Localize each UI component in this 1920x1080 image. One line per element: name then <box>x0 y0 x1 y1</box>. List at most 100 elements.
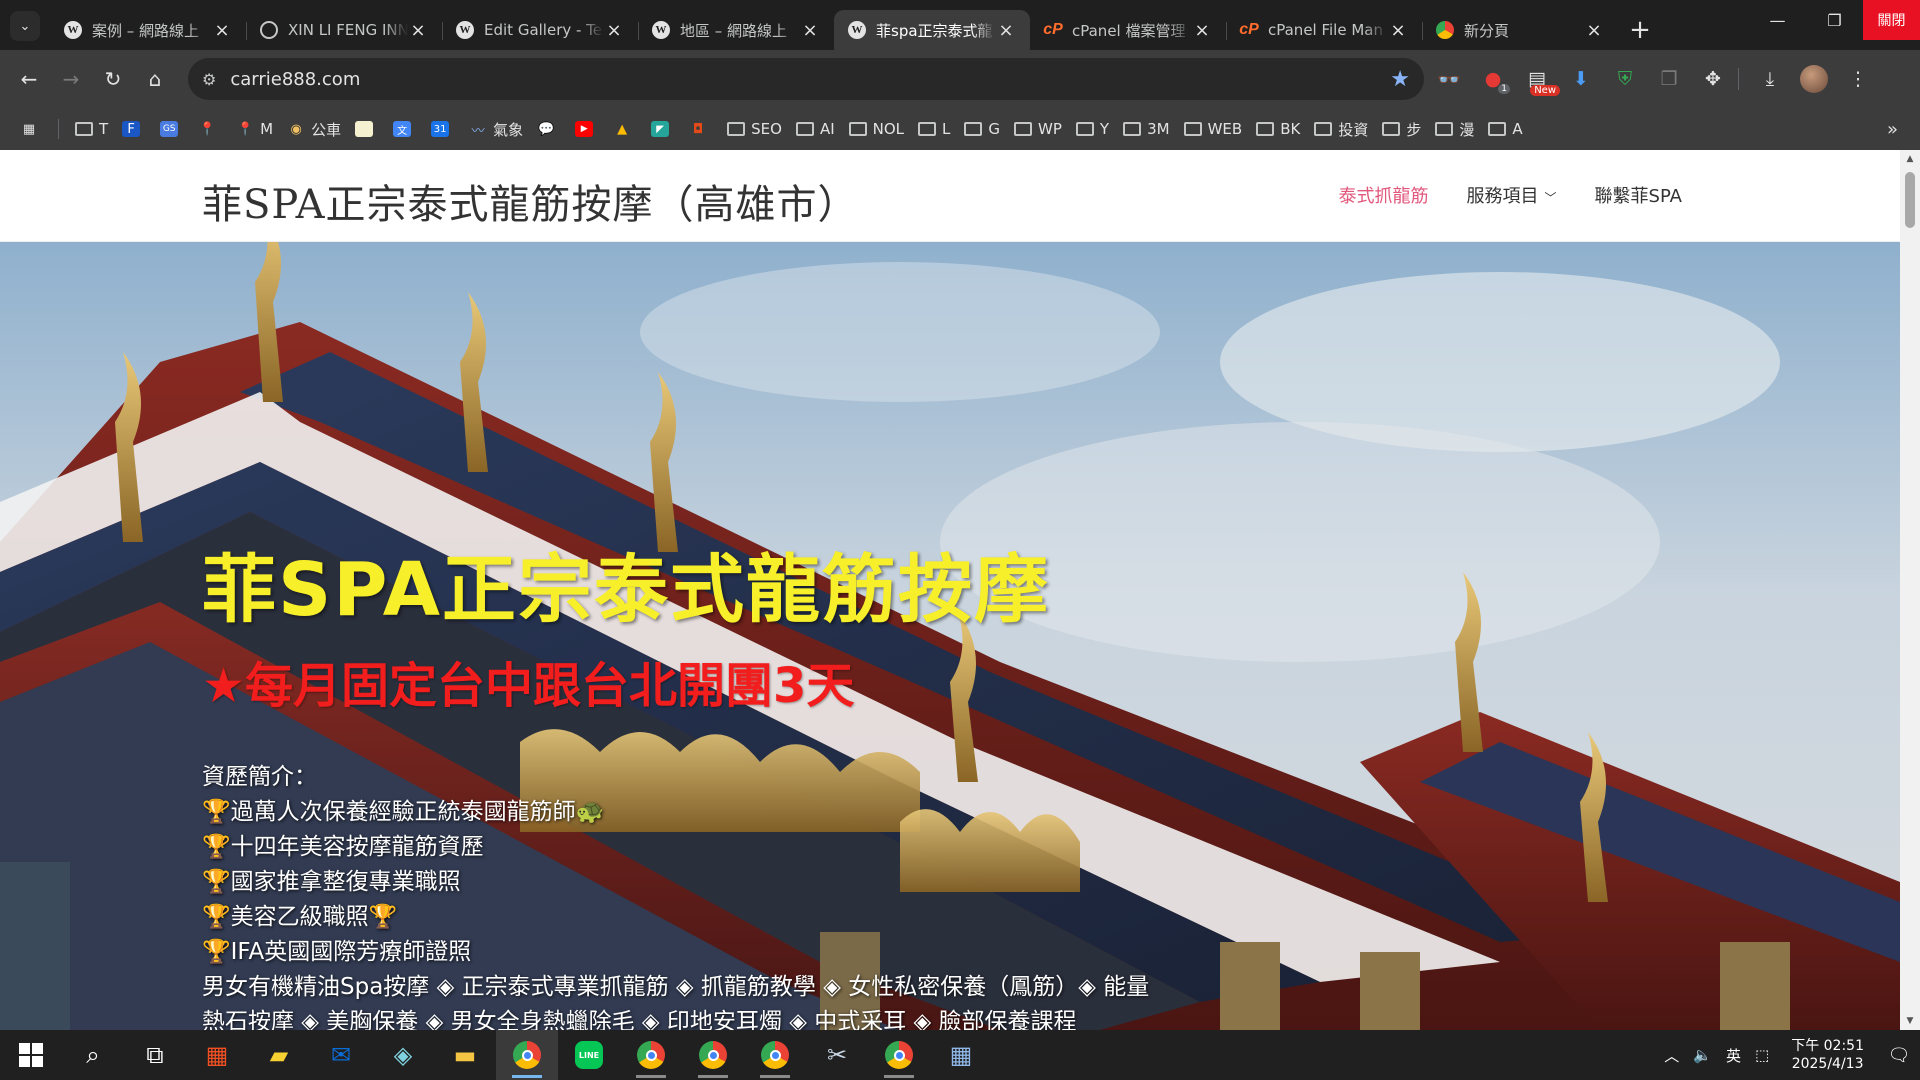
nav-item-dragon-tendon[interactable]: 泰式抓龍筋 <box>1339 182 1429 208</box>
ime-indicator[interactable]: 英 <box>1726 1045 1741 1066</box>
site-info-icon[interactable]: ⚙ <box>202 70 216 89</box>
bookmark-maps-m[interactable]: 📍 M <box>230 114 279 144</box>
home-button[interactable]: ⌂ <box>136 60 174 98</box>
adblock-extension-icon[interactable]: ● 1 <box>1474 60 1512 98</box>
bookmark-calendar[interactable]: 31 <box>425 114 461 144</box>
bookmarks-overflow-icon[interactable]: » <box>1881 114 1904 144</box>
bookmark-maps[interactable]: 📍 <box>192 114 228 144</box>
ime-mode-icon[interactable]: ⬚ <box>1755 1046 1769 1064</box>
bookmark-folder-y[interactable]: Y <box>1070 114 1115 144</box>
download-helper-icon[interactable]: ⬇ <box>1562 60 1600 98</box>
clock[interactable]: 下午 02:51 2025/4/13 <box>1791 1037 1864 1073</box>
bookmark-youtube[interactable]: ▶ <box>569 114 605 144</box>
chrome-profile-icon[interactable] <box>620 1030 682 1080</box>
tab-4[interactable]: W 菲spa正宗泰式龍 × <box>834 10 1030 50</box>
bookmark-folder-ai[interactable]: AI <box>790 114 841 144</box>
shield-icon[interactable]: ⛨ <box>1606 60 1644 98</box>
close-icon[interactable]: × <box>996 20 1016 41</box>
restore-button[interactable]: ❐ <box>1806 0 1863 40</box>
bookmark-ads[interactable]: ▲ <box>607 114 643 144</box>
volume-icon[interactable]: 🔈 <box>1693 1046 1712 1064</box>
bookmark-folder-g[interactable]: G <box>958 114 1006 144</box>
start-button[interactable] <box>0 1030 62 1080</box>
new-tab-button[interactable]: + <box>1620 10 1660 50</box>
bookmark-folder-a[interactable]: A <box>1482 114 1528 144</box>
sticky-notes-icon[interactable]: ▰ <box>248 1030 310 1080</box>
forward-button[interactable]: → <box>52 60 90 98</box>
outlook-icon[interactable]: ✉ <box>310 1030 372 1080</box>
bookmark-folder-wp[interactable]: WP <box>1008 114 1068 144</box>
back-button[interactable]: ← <box>10 60 48 98</box>
bookmark-seal[interactable]: ◘ <box>683 114 719 144</box>
copy-extension-icon[interactable]: ❐ <box>1650 60 1688 98</box>
downloads-icon[interactable]: ⤓ <box>1751 60 1789 98</box>
reload-button[interactable]: ↻ <box>94 60 132 98</box>
nav-item-services[interactable]: 服務項目 ﹀ <box>1467 182 1557 208</box>
chrome-window-icon[interactable] <box>496 1030 558 1080</box>
news-extension-icon[interactable]: ▤ New <box>1518 60 1560 98</box>
bookmark-app[interactable]: ◤ <box>645 114 681 144</box>
bookmark-folder-invest[interactable]: 投資 <box>1308 114 1374 144</box>
line-app-icon[interactable]: LINE <box>558 1030 620 1080</box>
bookmark-folder-bk[interactable]: BK <box>1250 114 1306 144</box>
snipping-tool-icon[interactable]: ✂ <box>806 1030 868 1080</box>
file-explorer-icon[interactable]: ▬ <box>434 1030 496 1080</box>
menu-kebab-icon[interactable]: ⋮ <box>1839 60 1877 98</box>
bookmark-gs[interactable]: GS <box>154 114 190 144</box>
bookmark-folder-3m[interactable]: 3M <box>1117 114 1176 144</box>
tab-1[interactable]: XIN LI FENG INN × <box>246 10 442 50</box>
bookmark-folder-l[interactable]: L <box>912 114 956 144</box>
bookmark-folder-t[interactable]: T <box>69 114 114 144</box>
close-icon[interactable]: × <box>1388 20 1408 41</box>
bookmark-folder-seo[interactable]: SEO <box>721 114 788 144</box>
tab-5[interactable]: cP cPanel 檔案管理 × <box>1030 10 1226 50</box>
site-title[interactable]: 菲SPA正宗泰式龍筋按摩（高雄市） <box>202 172 859 230</box>
bookmark-folder-manga[interactable]: 漫 <box>1429 114 1480 144</box>
scroll-down-arrow-icon[interactable]: ▼ <box>1900 1012 1920 1030</box>
close-icon[interactable]: × <box>1192 20 1212 41</box>
notepad-app-icon[interactable]: ◈ <box>372 1030 434 1080</box>
close-icon[interactable]: × <box>1584 20 1604 41</box>
page-scrollbar[interactable]: ▲ ▼ <box>1900 150 1920 1030</box>
reader-extension-icon[interactable]: 👓 <box>1430 60 1468 98</box>
window-close-button[interactable]: 關閉 <box>1863 0 1920 40</box>
chrome-profile-icon[interactable] <box>868 1030 930 1080</box>
close-icon[interactable]: × <box>800 20 820 41</box>
url-text[interactable]: carrie888.com <box>230 69 1390 90</box>
chrome-profile-icon[interactable] <box>682 1030 744 1080</box>
profile-avatar[interactable] <box>1795 60 1833 98</box>
bookmark-image[interactable] <box>349 114 385 144</box>
address-bar[interactable]: ⚙ carrie888.com ★ <box>188 58 1424 100</box>
tray-overflow-chevron-icon[interactable]: ︿ <box>1664 1045 1679 1066</box>
tab-3[interactable]: W 地區 – 網路線上 × <box>638 10 834 50</box>
scroll-up-arrow-icon[interactable]: ▲ <box>1900 150 1920 168</box>
notification-center-icon[interactable]: 🗨 <box>1878 1030 1920 1080</box>
calculator-icon[interactable]: ▦ <box>930 1030 992 1080</box>
scrollbar-thumb[interactable] <box>1905 172 1915 228</box>
tab-6[interactable]: cP cPanel File Man × <box>1226 10 1422 50</box>
bookmark-translate[interactable]: 文 <box>387 114 423 144</box>
bookmark-bus[interactable]: ◉ 公車 <box>281 114 347 144</box>
bookmark-folder-step[interactable]: 步 <box>1376 114 1427 144</box>
close-icon[interactable]: × <box>408 20 428 41</box>
store-app-icon[interactable]: ▦ <box>186 1030 248 1080</box>
extensions-puzzle-icon[interactable]: ✥ <box>1694 60 1732 98</box>
minimize-button[interactable]: — <box>1749 0 1806 40</box>
bookmark-weather[interactable]: 〰氣象 <box>463 114 529 144</box>
bookmark-star-icon[interactable]: ★ <box>1390 67 1410 92</box>
close-icon[interactable]: × <box>212 20 232 41</box>
tab-0[interactable]: W 案例 – 網路線上 × <box>50 10 246 50</box>
bookmark-folder-web[interactable]: WEB <box>1178 114 1249 144</box>
search-icon[interactable]: ⌕ <box>62 1030 124 1080</box>
apps-grid-icon[interactable]: ▦ <box>14 114 50 144</box>
bookmark-folder-nol[interactable]: NOL <box>843 114 910 144</box>
bookmark-f[interactable]: F <box>116 114 152 144</box>
bookmark-chat[interactable]: 💬 <box>531 114 567 144</box>
nav-item-contact[interactable]: 聯繫菲SPA <box>1595 182 1682 208</box>
tab-2[interactable]: W Edit Gallery - Te × <box>442 10 638 50</box>
task-view-icon[interactable]: ⧉ <box>124 1030 186 1080</box>
close-icon[interactable]: × <box>604 20 624 41</box>
chrome-profile-icon[interactable] <box>744 1030 806 1080</box>
tab-7[interactable]: 新分頁 × <box>1422 10 1618 50</box>
tab-search-button[interactable]: ⌄ <box>10 11 40 41</box>
